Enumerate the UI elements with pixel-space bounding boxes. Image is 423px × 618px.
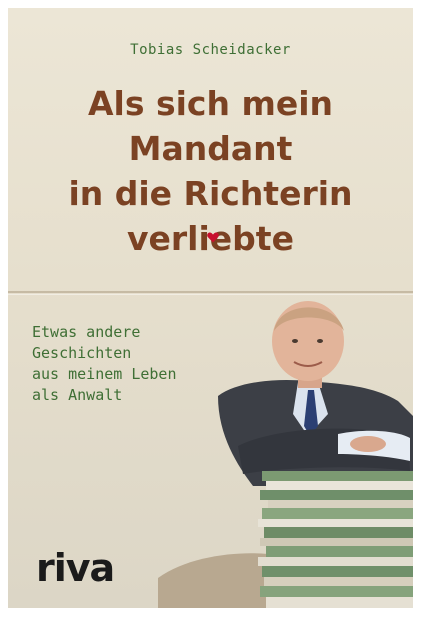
author-name: Tobias Scheidacker xyxy=(130,42,291,58)
heart-icon xyxy=(207,232,219,243)
folder-stack xyxy=(258,471,413,608)
title-line-1: Als sich mein xyxy=(87,84,334,123)
book-cover: Tobias Scheidacker Als sich mein Mandant… xyxy=(8,8,413,608)
title-line-2: Mandant xyxy=(128,129,293,168)
title-line-3: in die Richterin xyxy=(68,174,353,213)
author-photo xyxy=(158,301,413,608)
publisher-logo: riva xyxy=(36,546,115,590)
